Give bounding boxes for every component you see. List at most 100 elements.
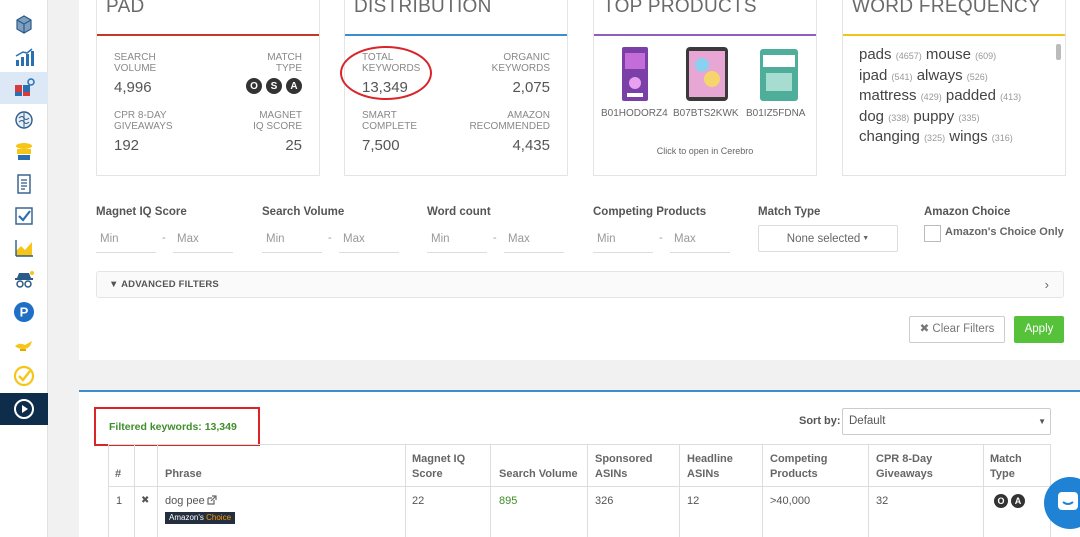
document-icon[interactable] — [0, 168, 48, 200]
remove-row-icon[interactable]: ✖ — [141, 495, 149, 506]
row-number: 1 — [116, 495, 123, 507]
amazon-choice-checkbox[interactable] — [924, 225, 941, 242]
word[interactable]: wings — [949, 128, 987, 145]
filter-funnel-icon: ▼ — [109, 279, 119, 290]
parking-icon[interactable]: P — [0, 296, 48, 328]
word[interactable]: changing — [859, 128, 920, 145]
word[interactable]: always — [917, 67, 963, 84]
word[interactable]: pads — [859, 46, 892, 63]
box-3d-icon[interactable] — [0, 8, 48, 40]
word-frequency-list: pads (4657) mouse (609) ipad (541) alway… — [859, 46, 1059, 149]
advanced-filters-text: ADVANCED FILTERS — [121, 279, 219, 290]
product-image-2[interactable] — [672, 45, 740, 103]
word-count: (4657) — [895, 51, 922, 61]
word[interactable]: mattress — [859, 87, 917, 104]
filter-label-word-count: Word count — [427, 206, 491, 218]
product-asin-1[interactable]: B01HODORZ4 — [601, 108, 668, 119]
word-count: (338) — [888, 112, 910, 123]
column-header-match-type[interactable]: Match Type — [990, 452, 1022, 482]
word-count-max-input[interactable]: Max — [504, 229, 564, 253]
product-image-3[interactable] — [744, 45, 812, 103]
match-type-select[interactable]: None selected ▼ — [758, 225, 898, 252]
column-header-sponsored[interactable]: Sponsored ASINs — [595, 452, 652, 482]
column-header-cpr[interactable]: CPR 8-Day Giveaways — [876, 452, 933, 482]
sort-by-select[interactable]: Default ▼ — [842, 408, 1051, 435]
word[interactable]: padded — [946, 87, 996, 104]
sort-by-value: Default — [849, 415, 886, 427]
phrase-text[interactable]: dog pee — [165, 495, 205, 507]
badge-text-accent: Choice — [206, 513, 232, 522]
word-count: (526) — [966, 71, 988, 82]
phrase-cell[interactable]: dog pee — [165, 495, 217, 507]
match-badge-s: S — [266, 78, 282, 94]
column-header-phrase[interactable]: Phrase — [165, 467, 202, 482]
competing-min-input[interactable]: Min — [593, 229, 653, 253]
filter-label-amazon-choice: Amazon Choice — [924, 206, 1011, 218]
product-asin-3[interactable]: B01IZ5FDNA — [746, 108, 805, 119]
table-border — [762, 444, 763, 537]
magnet-puzzle-icon[interactable] — [0, 72, 48, 104]
word[interactable]: ipad — [859, 67, 887, 84]
chat-icon — [1058, 492, 1078, 510]
column-header-magnet[interactable]: Magnet IQ Score — [412, 452, 465, 482]
magnet-min-input[interactable]: Min — [96, 229, 156, 253]
magnet-cell: 22 — [412, 495, 425, 507]
headline-cell: 12 — [687, 495, 700, 507]
filter-label-competing: Competing Products — [593, 206, 707, 218]
match-type-label: MATCH TYPE — [267, 52, 302, 74]
range-dash: - — [493, 232, 497, 244]
smart-complete-value: 7,500 — [362, 137, 400, 154]
pad-bar — [97, 34, 319, 36]
organic-keywords-label: ORGANIC KEYWORDS — [491, 52, 550, 74]
search-volume-min-input[interactable]: Min — [262, 229, 322, 253]
range-dash: - — [659, 232, 663, 244]
pad-title: PAD — [106, 0, 145, 17]
play-icon[interactable] — [0, 393, 48, 425]
advanced-filters-toggle[interactable]: ▼ ADVANCED FILTERS › — [96, 271, 1064, 298]
external-link-icon[interactable] — [207, 495, 217, 505]
genie-lamp-icon[interactable] — [0, 328, 48, 360]
magnet-max-input[interactable]: Max — [173, 229, 233, 253]
stack-box-icon[interactable] — [0, 136, 48, 168]
column-header-competing[interactable]: Competing Products — [770, 452, 827, 482]
word-frequency-scrollbar[interactable] — [1056, 44, 1061, 60]
range-dash: - — [162, 232, 166, 244]
amazon-choice-only-label[interactable]: Amazon's Choice Only — [945, 226, 1064, 238]
word[interactable]: puppy — [913, 108, 954, 125]
chat-launcher-button[interactable] — [1044, 477, 1080, 529]
clear-filters-label: Clear Filters — [932, 323, 995, 335]
word[interactable]: mouse — [926, 46, 971, 63]
match-type-select-value: None selected — [786, 233, 861, 246]
product-image-1[interactable] — [600, 45, 668, 103]
area-chart-icon[interactable] — [0, 232, 48, 264]
word-frequency-bar — [843, 34, 1065, 36]
clear-filters-button[interactable]: ✖ Clear Filters — [909, 316, 1005, 343]
competing-max-input[interactable]: Max — [670, 229, 730, 253]
word-count: (609) — [975, 51, 997, 61]
product-asin-2[interactable]: B07BTS2KWK — [673, 108, 739, 119]
spy-icon[interactable] — [0, 264, 48, 296]
brain-icon[interactable] — [0, 104, 48, 136]
column-header-search-volume[interactable]: Search Volume — [499, 467, 578, 482]
word-count: (429) — [920, 92, 942, 102]
apply-button[interactable]: Apply — [1014, 316, 1064, 343]
column-header-headline[interactable]: Headline ASINs — [687, 452, 733, 482]
word-frequency-row: mattress (429) padded (413) — [859, 87, 1059, 108]
cerebro-hint: Click to open in Cerebro — [656, 146, 754, 156]
table-border — [679, 444, 680, 537]
bar-chart-icon[interactable] — [0, 42, 48, 74]
word-count: (335) — [958, 112, 980, 123]
check-circle-icon[interactable] — [0, 360, 48, 392]
checklist-icon[interactable] — [0, 200, 48, 232]
cpr-cell: 32 — [876, 495, 889, 507]
search-volume-max-input[interactable]: Max — [339, 229, 399, 253]
top-products-title: TOP PRODUCTS — [603, 0, 757, 17]
range-dash: - — [328, 232, 332, 244]
table-border — [108, 444, 109, 537]
word-count-min-input[interactable]: Min — [427, 229, 487, 253]
match-badge-o: O — [246, 78, 262, 94]
table-border — [868, 444, 869, 537]
sponsored-cell: 326 — [595, 495, 614, 507]
top-products-card: TOP PRODUCTS B01HODORZ4 B07BTS2KWK B01IZ… — [593, 0, 817, 176]
word[interactable]: dog — [859, 108, 884, 125]
